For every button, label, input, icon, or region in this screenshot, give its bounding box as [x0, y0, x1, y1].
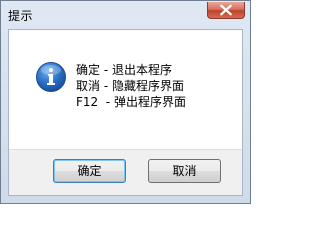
message-area: 确定 - 退出本程序 取消 - 隐藏程序界面 F12 - 弹出程序界面 — [9, 30, 242, 149]
close-button[interactable] — [207, 2, 245, 19]
message-text: 确定 - 退出本程序 取消 - 隐藏程序界面 F12 - 弹出程序界面 — [76, 62, 186, 110]
ok-button[interactable]: 确定 — [53, 159, 126, 183]
cancel-button[interactable]: 取消 — [148, 159, 221, 183]
button-bar: 确定 取消 — [9, 149, 242, 195]
dialog-window: 提示 确定 - 退出本程序 取消 - 隐藏程序界面 F12 - 弹出程序界面 确… — [0, 0, 251, 204]
window-title: 提示 — [8, 9, 34, 23]
info-icon — [36, 62, 66, 92]
message-line: F12 - 弹出程序界面 — [76, 95, 186, 109]
message-line: 取消 - 隐藏程序界面 — [76, 79, 184, 93]
close-icon — [220, 4, 232, 16]
title-bar[interactable]: 提示 — [1, 1, 250, 29]
dialog-client-area: 确定 - 退出本程序 取消 - 隐藏程序界面 F12 - 弹出程序界面 确定 取… — [8, 29, 243, 196]
message-line: 确定 - 退出本程序 — [76, 63, 172, 77]
